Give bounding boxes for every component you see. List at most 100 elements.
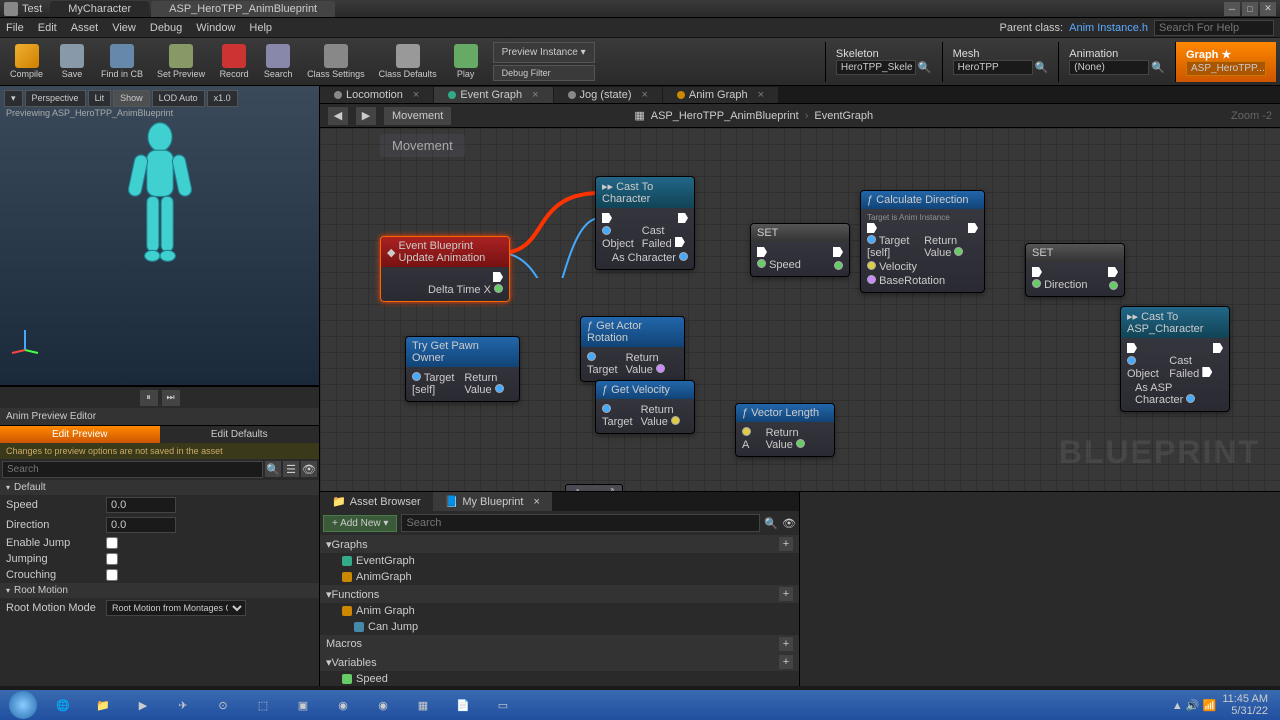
nav-forward-button[interactable]: ▶ (356, 107, 376, 125)
jump-collapsed-node[interactable]: Jump⤢ (565, 484, 623, 491)
find-in-cb-button[interactable]: Find in CB (95, 42, 149, 81)
class-defaults-button[interactable]: Class Defaults (373, 42, 443, 81)
playback-speed-button[interactable]: x1.0 (207, 90, 238, 107)
add-function-button[interactable]: + (779, 587, 793, 601)
tree-cat-macros[interactable]: Macros+ (320, 635, 799, 653)
subtab-locomotion[interactable]: Locomotion× (320, 87, 433, 103)
tree-cat-functions[interactable]: ▾Functions+ (320, 585, 799, 603)
prop-direction-input[interactable] (106, 517, 176, 533)
prop-jumping-checkbox[interactable] (106, 553, 118, 565)
taskbar-explorer-icon[interactable]: 📁 (84, 692, 122, 718)
set-preview-button[interactable]: Set Preview (151, 42, 211, 81)
taskbar-ue-icon[interactable]: ◉ (364, 692, 402, 718)
taskbar-app-icon[interactable]: ✈ (164, 692, 202, 718)
play-button[interactable]: Play (445, 42, 487, 81)
tree-item-anim-graph-fn[interactable]: Anim Graph (320, 603, 799, 619)
viewport-3d[interactable]: ▾ Perspective Lit Show LOD Auto x1.0 Pre… (0, 86, 319, 386)
menu-debug[interactable]: Debug (150, 22, 182, 34)
start-button[interactable] (4, 692, 42, 718)
node-get-actor-rotation[interactable]: ƒ Get Actor Rotation TargetReturn Value (580, 316, 685, 382)
taskbar-app-icon[interactable]: ▦ (404, 692, 442, 718)
tree-cat-graphs[interactable]: ▾Graphs+ (320, 535, 799, 553)
node-event-update[interactable]: ◆Event Blueprint Update Animation Delta … (380, 236, 510, 302)
node-set-speed[interactable]: SET Speed (750, 223, 850, 277)
parent-class-link[interactable]: Anim Instance.h (1069, 22, 1148, 34)
taskbar-app-icon[interactable]: ⊙ (204, 692, 242, 718)
add-graph-button[interactable]: + (779, 537, 793, 551)
tree-item-var-speed[interactable]: Speed (320, 671, 799, 686)
minimize-icon[interactable]: ─ (1224, 2, 1240, 16)
step-button[interactable]: ⏭ (162, 390, 180, 406)
mode-graph[interactable]: Graph ★ ASP_HeroTPP... (1175, 42, 1276, 82)
compile-button[interactable]: Compile (4, 42, 49, 81)
event-graph-canvas[interactable]: Movement BLUEPRINT ◆Event Blueprint U (320, 128, 1280, 491)
tab-edit-defaults[interactable]: Edit Defaults (160, 426, 320, 443)
prop-speed-input[interactable] (106, 497, 176, 513)
node-cast-to-character[interactable]: ▸▸ Cast To Character ObjectCast Failed A… (595, 176, 695, 270)
doc-tab[interactable]: MyCharacter (50, 1, 149, 17)
menu-asset[interactable]: Asset (71, 22, 99, 34)
category-root-motion[interactable]: Root Motion (0, 583, 319, 598)
taskbar-ie-icon[interactable]: 🌐 (44, 692, 82, 718)
tree-cat-variables[interactable]: ▾Variables+ (320, 653, 799, 671)
menu-view[interactable]: View (112, 22, 136, 34)
save-button[interactable]: Save (51, 42, 93, 81)
prop-enable-jump-checkbox[interactable] (106, 537, 118, 549)
search-button[interactable]: Search (257, 42, 299, 81)
mode-skeleton[interactable]: Skeleton HeroTPP_Skele🔍 (825, 42, 942, 82)
taskbar-epic-icon[interactable]: ▣ (284, 692, 322, 718)
tab-my-blueprint[interactable]: 📘My Blueprint× (433, 492, 552, 511)
viewport-options-button[interactable]: ▾ (4, 90, 23, 107)
preview-search-input[interactable] (2, 461, 263, 478)
eye-icon[interactable]: 👁 (301, 461, 317, 477)
lod-button[interactable]: LOD Auto (152, 90, 205, 107)
taskbar-app-icon[interactable]: ⬚ (244, 692, 282, 718)
menu-help[interactable]: Help (249, 22, 272, 34)
search-icon[interactable]: 🔍 (764, 517, 778, 530)
mode-animation[interactable]: Animation (None)🔍 (1058, 42, 1175, 82)
category-default[interactable]: Default (0, 480, 319, 495)
node-set-direction[interactable]: SET Direction (1025, 243, 1125, 297)
node-cast-asp-character[interactable]: ▸▸ Cast To ASP_Character ObjectCast Fail… (1120, 306, 1230, 412)
tray-icons[interactable]: ▲ 🔊 📶 (1172, 699, 1216, 712)
close-icon[interactable]: ✕ (1260, 2, 1276, 16)
menu-window[interactable]: Window (196, 22, 235, 34)
lit-button[interactable]: Lit (88, 90, 112, 107)
subtab-jog[interactable]: Jog (state)× (554, 87, 662, 103)
debug-filter-dropdown[interactable]: Debug Filter (493, 65, 595, 81)
add-variable-button[interactable]: + (779, 655, 793, 669)
maximize-icon[interactable]: □ (1242, 2, 1258, 16)
taskbar-ue-icon[interactable]: ◉ (324, 692, 362, 718)
tree-item-animgraph[interactable]: AnimGraph (320, 569, 799, 585)
search-icon[interactable]: 🔍 (265, 461, 281, 477)
add-new-button[interactable]: + Add New ▾ (323, 515, 397, 532)
mode-mesh[interactable]: Mesh HeroTPP🔍 (942, 42, 1059, 82)
prop-root-mode-select[interactable]: Root Motion from Montages Only (106, 600, 246, 616)
nav-movement-button[interactable]: Movement (384, 107, 451, 125)
record-button[interactable]: Record (213, 42, 255, 81)
perspective-button[interactable]: Perspective (25, 90, 86, 107)
prop-crouching-checkbox[interactable] (106, 569, 118, 581)
tab-asset-browser[interactable]: 📁Asset Browser (320, 492, 433, 511)
node-vector-length[interactable]: ƒ Vector Length AReturn Value (735, 403, 835, 457)
node-get-velocity[interactable]: ƒ Get Velocity TargetReturn Value (595, 380, 695, 434)
node-try-get-pawn[interactable]: Try Get Pawn Owner Target [self]Return V… (405, 336, 520, 402)
menu-file[interactable]: File (6, 22, 24, 34)
menu-edit[interactable]: Edit (38, 22, 57, 34)
filter-icon[interactable]: ☰ (283, 461, 299, 477)
taskbar-app-icon[interactable]: 📄 (444, 692, 482, 718)
breadcrumb-leaf[interactable]: EventGraph (814, 110, 873, 122)
help-search-input[interactable] (1154, 20, 1274, 36)
tree-item-can-jump[interactable]: Can Jump (320, 619, 799, 635)
eye-icon[interactable]: 👁 (782, 517, 796, 530)
subtab-event-graph[interactable]: Event Graph× (434, 87, 552, 103)
breadcrumb-root[interactable]: ASP_HeroTPP_AnimBlueprint (651, 110, 799, 122)
taskbar-app-icon[interactable]: ▶ (124, 692, 162, 718)
subtab-anim-graph[interactable]: Anim Graph× (663, 87, 778, 103)
preview-instance-dropdown[interactable]: Preview Instance ▾ (493, 42, 595, 63)
tab-edit-preview[interactable]: Edit Preview (0, 426, 160, 443)
add-macro-button[interactable]: + (779, 637, 793, 651)
taskbar-app-icon[interactable]: ▭ (484, 692, 522, 718)
mybp-search-input[interactable] (401, 514, 760, 532)
doc-tab[interactable]: ASP_HeroTPP_AnimBlueprint (151, 1, 335, 17)
